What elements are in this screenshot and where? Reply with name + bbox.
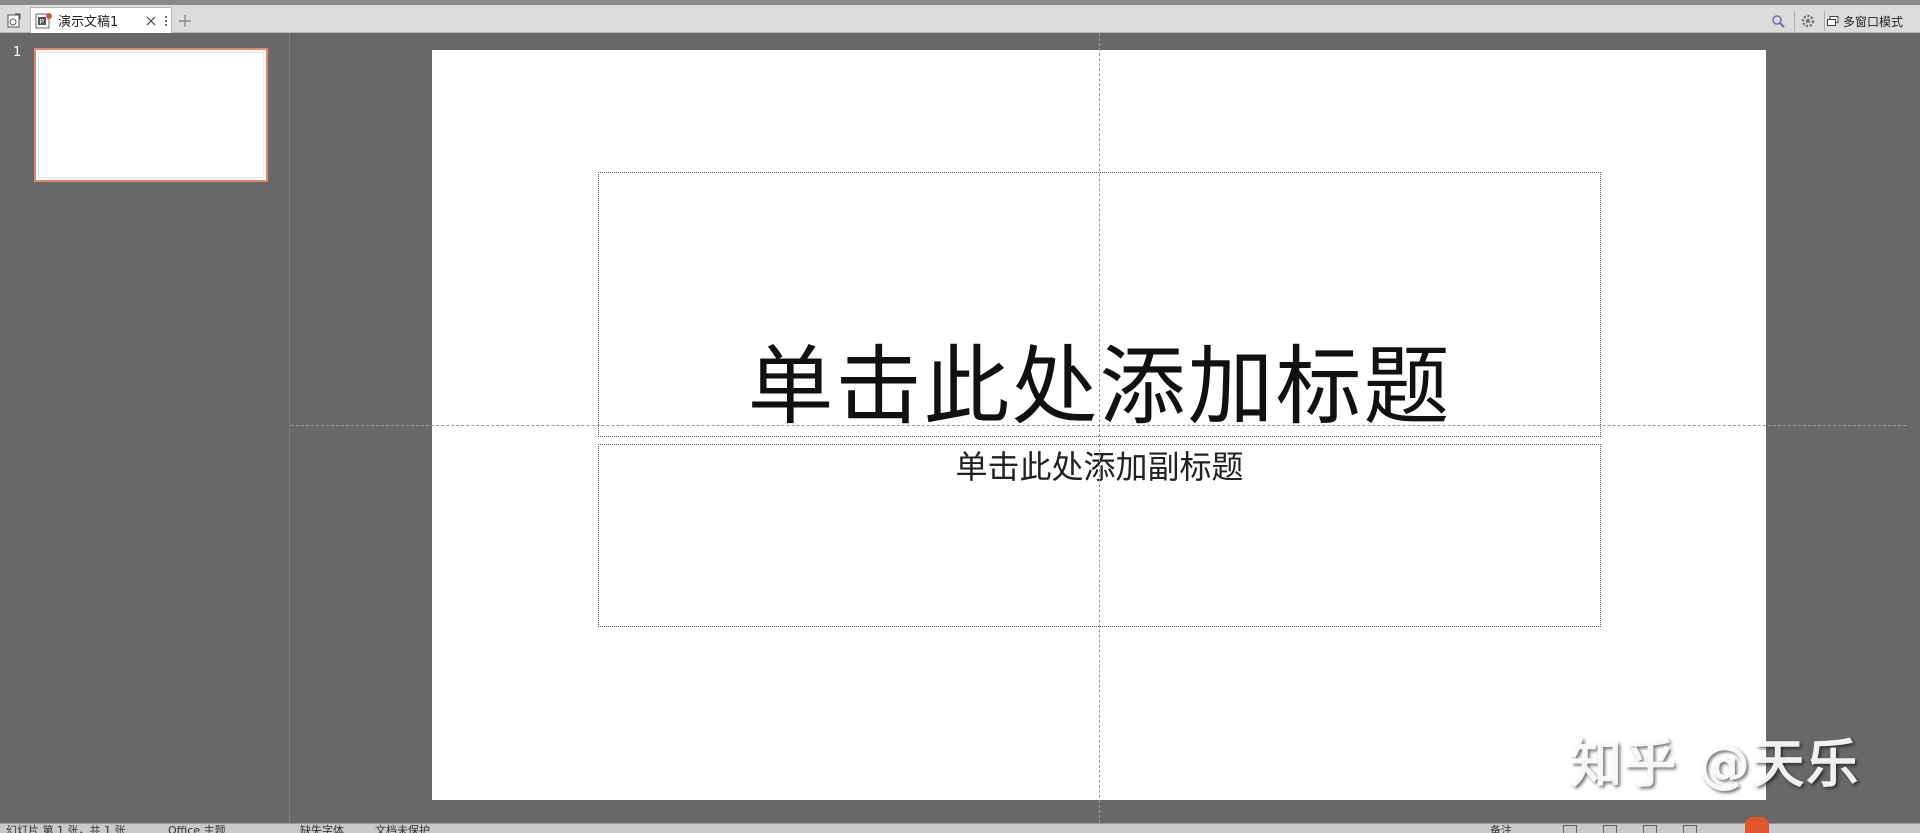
doc-protection[interactable]: 文档未保护	[375, 824, 430, 833]
slide-sorter-icon[interactable]	[1603, 825, 1617, 833]
theme-name: Office 主题	[168, 824, 226, 833]
watermark: 知乎 @天乐	[1570, 735, 1861, 795]
title-placeholder-text: 单击此处添加标题	[747, 337, 1452, 437]
presentation-doc-icon: P	[35, 12, 52, 28]
slide-thumbnails-pane: 1	[0, 33, 290, 823]
tab-more-icon[interactable]	[163, 14, 169, 28]
magic-wand-icon[interactable]	[1768, 11, 1788, 31]
subtitle-placeholder[interactable]: 单击此处添加副标题	[598, 444, 1601, 627]
missing-font[interactable]: 缺失字体	[300, 824, 344, 833]
status-bar: 幻灯片 第 1 张，共 1 张 Office 主题 缺失字体 文档未保护 备注	[0, 823, 1920, 833]
home-doc-icon[interactable]	[3, 10, 25, 32]
normal-view-icon[interactable]	[1563, 825, 1577, 833]
slide-info: 幻灯片 第 1 张，共 1 张	[6, 824, 126, 833]
window-icon	[1827, 15, 1839, 26]
title-placeholder[interactable]: 单击此处添加标题	[598, 172, 1601, 437]
multi-window-label: 多窗口模式	[1843, 14, 1904, 29]
slide-editor: 单击此处添加标题 单击此处添加副标题	[291, 33, 1920, 823]
gear-icon[interactable]	[1798, 11, 1818, 31]
subtitle-placeholder-text: 单击此处添加副标题	[955, 448, 1244, 486]
slide-canvas[interactable]: 单击此处添加标题 单击此处添加副标题	[432, 50, 1766, 800]
tab-title: 演示文稿1	[58, 15, 119, 30]
ime-logo-icon[interactable]	[1745, 817, 1769, 833]
slideshow-icon[interactable]	[1683, 825, 1697, 833]
close-tab-icon[interactable]	[144, 14, 158, 28]
multi-window-mode-button[interactable]: 多窗口模式	[1827, 10, 1903, 32]
slide-number: 1	[13, 45, 22, 60]
svg-text:P: P	[40, 19, 45, 26]
slide-thumbnail-1[interactable]	[34, 48, 268, 182]
document-tab[interactable]: P 演示文稿1	[30, 7, 172, 33]
reading-view-icon[interactable]	[1643, 825, 1657, 833]
notes-button[interactable]: 备注	[1490, 824, 1512, 833]
tab-bar: P 演示文稿1 多窗口模式	[0, 0, 1920, 33]
plus-icon[interactable]	[174, 10, 196, 32]
